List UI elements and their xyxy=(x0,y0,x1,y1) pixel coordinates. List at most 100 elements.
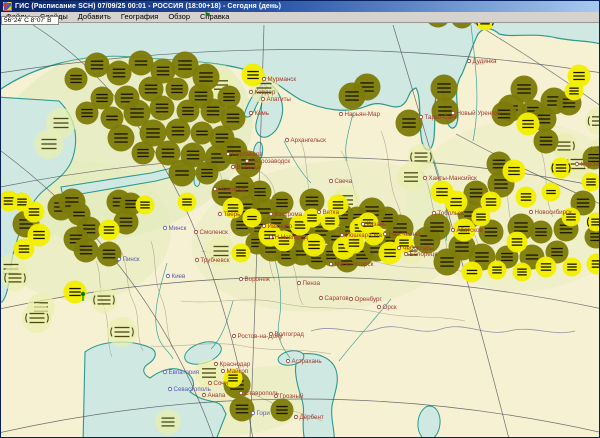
svg-text:Сортавала: Сортавала xyxy=(232,151,264,158)
green-pin-icon[interactable]: ⚑ xyxy=(204,11,211,21)
city-label: Краснодар xyxy=(214,361,251,368)
titlebar[interactable]: ГИС (Расписание SCH) 07/09/25 00:01 - РО… xyxy=(1,1,600,12)
station-marker[interactable] xyxy=(24,202,45,223)
svg-text:Майкоп: Майкоп xyxy=(227,368,249,375)
station-marker[interactable] xyxy=(488,261,507,280)
station-marker[interactable] xyxy=(108,125,135,152)
coordinate-readout: 56°24' С 8°07' В xyxy=(1,16,59,25)
station-marker[interactable] xyxy=(242,64,265,87)
svg-text:Грозный: Грозный xyxy=(280,393,305,400)
svg-text:Дербент: Дербент xyxy=(300,414,324,421)
menubar: ФайлыСлайдыДобавитьГеографияОбзорСправка xyxy=(1,12,600,23)
svg-text:Вологда: Вологда xyxy=(237,164,261,171)
svg-text:Магнитогорск: Магнитогорск xyxy=(335,261,374,268)
svg-text:Трубчевск: Трубчевск xyxy=(201,257,230,264)
station-marker[interactable] xyxy=(431,181,454,204)
station-marker[interactable] xyxy=(218,86,241,109)
svg-text:Кострома: Кострома xyxy=(275,211,303,218)
station-marker[interactable] xyxy=(76,102,99,125)
station-marker[interactable] xyxy=(14,239,35,260)
city-label: Наб.Челны xyxy=(383,231,421,238)
station-marker[interactable] xyxy=(481,192,502,213)
station-marker[interactable] xyxy=(516,187,537,208)
station-marker[interactable] xyxy=(232,244,251,263)
map-canvas[interactable]: МурманскКовдорАпатитыКемьНарьян-МарАрхан… xyxy=(1,23,600,438)
station-marker[interactable] xyxy=(551,158,572,179)
station-marker[interactable] xyxy=(534,129,559,154)
station-marker[interactable] xyxy=(136,196,155,215)
station-marker[interactable] xyxy=(91,287,117,313)
city-label: Апатиты xyxy=(261,96,291,103)
station-marker[interactable] xyxy=(107,317,137,347)
svg-text:Минск: Минск xyxy=(169,225,187,232)
station-marker[interactable] xyxy=(513,263,532,282)
map-area[interactable]: МурманскКовдорАпатитыКемьНарьян-МарАрхан… xyxy=(1,23,600,438)
station-marker[interactable] xyxy=(99,220,120,241)
station-marker[interactable] xyxy=(129,51,154,76)
svg-text:Новосибирск: Новосибирск xyxy=(535,209,573,216)
menu-item-6[interactable]: Справка xyxy=(195,12,234,22)
station-marker[interactable] xyxy=(563,258,582,277)
station-marker[interactable] xyxy=(107,61,132,86)
station-marker[interactable] xyxy=(434,249,461,276)
city-label: Сортавала xyxy=(226,151,263,158)
station-marker[interactable] xyxy=(431,75,458,102)
city-label: Новгород xyxy=(213,186,246,193)
svg-text:Наб.Челны: Наб.Челны xyxy=(389,231,422,238)
station-marker[interactable] xyxy=(65,68,88,91)
station-marker[interactable] xyxy=(462,262,483,283)
station-marker[interactable] xyxy=(132,142,155,165)
svg-text:Пенза: Пенза xyxy=(303,280,321,287)
station-marker[interactable] xyxy=(503,160,526,183)
station-marker[interactable] xyxy=(178,193,197,212)
station-marker[interactable] xyxy=(542,183,561,202)
station-marker[interactable] xyxy=(243,209,262,228)
svg-text:Пинск: Пинск xyxy=(123,256,140,263)
station-marker[interactable] xyxy=(34,129,64,159)
station-marker[interactable] xyxy=(271,399,294,422)
station-marker[interactable] xyxy=(565,82,584,101)
city-label: Новосибирск xyxy=(529,209,572,216)
station-marker[interactable] xyxy=(339,83,366,110)
station-marker[interactable] xyxy=(582,173,600,192)
menu-item-3[interactable]: Добавить xyxy=(73,12,116,22)
station-marker[interactable] xyxy=(74,238,99,263)
menu-item-4[interactable]: География xyxy=(116,12,163,22)
svg-text:Свеча: Свеча xyxy=(335,178,353,185)
svg-text:Красноярск: Красноярск xyxy=(581,161,600,168)
station-marker[interactable] xyxy=(97,242,122,267)
app-icon xyxy=(3,2,12,11)
station-marker[interactable] xyxy=(155,409,181,435)
station-marker[interactable] xyxy=(166,78,189,101)
svg-text:Волгоград: Волгоград xyxy=(275,331,305,338)
station-marker[interactable] xyxy=(424,214,451,241)
city-label: Йошкар-Ола xyxy=(340,231,382,239)
city-label: Смоленск xyxy=(194,229,228,236)
city-label: Астрахань xyxy=(286,358,321,365)
svg-text:Тверь: Тверь xyxy=(224,211,241,218)
station-marker[interactable] xyxy=(517,113,540,136)
svg-text:Новый Уренгой: Новый Уренгой xyxy=(457,110,501,117)
city-label: Вологда xyxy=(231,164,260,171)
svg-text:Мурманск: Мурманск xyxy=(268,76,297,83)
svg-text:Ковдор: Ковдор xyxy=(255,89,276,96)
station-marker[interactable] xyxy=(536,257,557,278)
station-marker[interactable] xyxy=(507,232,528,253)
svg-text:Анапа: Анапа xyxy=(208,392,226,399)
station-marker[interactable] xyxy=(166,119,191,144)
svg-text:Йошкар-Ола: Йошкар-Ола xyxy=(346,231,383,239)
station-marker[interactable] xyxy=(85,53,110,78)
city-label: Кострома xyxy=(269,211,302,218)
menu-item-5[interactable]: Обзор xyxy=(163,12,195,22)
svg-text:Ставрополь: Ставрополь xyxy=(245,390,279,397)
station-marker[interactable] xyxy=(196,162,219,185)
station-marker[interactable] xyxy=(397,163,425,191)
station-marker[interactable] xyxy=(2,265,28,291)
svg-text:Смоленск: Смоленск xyxy=(200,229,229,236)
city-label: Тарко-Сале xyxy=(419,114,458,121)
station-marker[interactable] xyxy=(396,110,423,137)
station-marker[interactable] xyxy=(230,397,255,422)
station-marker[interactable] xyxy=(22,303,52,333)
station-marker[interactable] xyxy=(150,96,175,121)
station-marker[interactable] xyxy=(169,160,196,187)
